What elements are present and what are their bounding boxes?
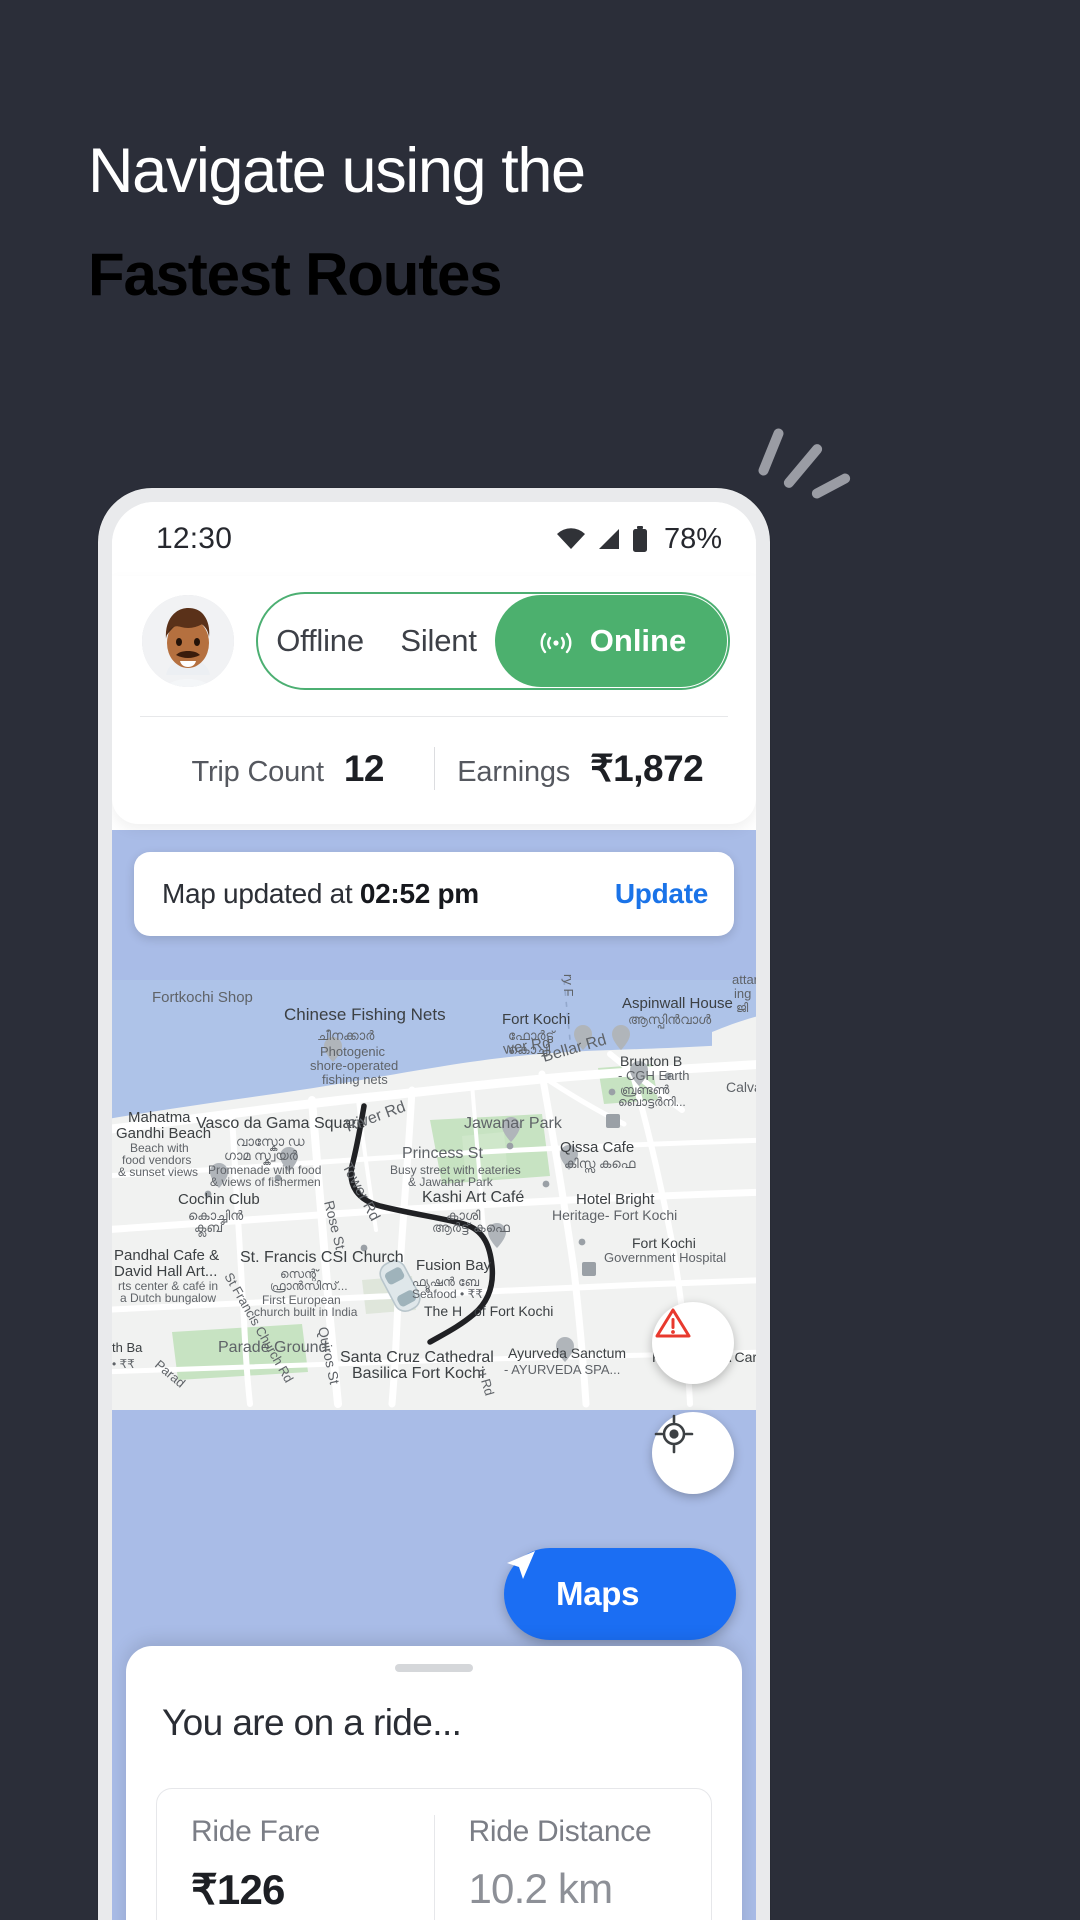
ride-distance-value: 10.2 km bbox=[468, 1865, 614, 1912]
alert-button[interactable] bbox=[652, 1302, 734, 1384]
ride-fare-cell: Ride Fare ₹126 bbox=[157, 1815, 434, 1920]
broadcast-icon bbox=[536, 628, 576, 654]
status-toggle-row: Offline Silent Online bbox=[112, 576, 756, 716]
status-option-online[interactable]: Online bbox=[495, 595, 727, 687]
avatar[interactable] bbox=[142, 595, 234, 687]
ride-bottom-sheet: You are on a ride... Ride Fare ₹126 Ride… bbox=[126, 1646, 742, 1920]
status-bar-icons: 78% bbox=[556, 523, 722, 556]
promo-headline-line2: Fastest Routes bbox=[88, 241, 503, 308]
maps-button-label: Maps bbox=[556, 1575, 640, 1612]
status-option-offline[interactable]: Offline bbox=[258, 623, 382, 659]
phone-screen: 12:30 78% Offline Silent Online Trip Cou… bbox=[112, 502, 756, 1920]
sparkle-line-icon bbox=[810, 471, 852, 501]
promo-heading-block: Navigate using the Fastest Routes bbox=[88, 140, 988, 305]
status-bar-clock: 12:30 bbox=[156, 522, 233, 555]
ride-fare-value: ₹126 bbox=[191, 1866, 285, 1913]
ride-status-title: You are on a ride... bbox=[162, 1702, 462, 1743]
status-bar: 12:30 78% bbox=[112, 502, 756, 576]
earnings-value: ₹1,872 bbox=[590, 748, 704, 789]
promo-screenshot: Navigate using the Fastest Routes 12:30 bbox=[0, 0, 1080, 1920]
my-location-button[interactable] bbox=[652, 1412, 734, 1494]
trip-count-label: Trip Count bbox=[191, 755, 325, 788]
phone-mockup: 12:30 78% Offline Silent Online Trip Cou… bbox=[98, 488, 770, 1920]
driver-status-toggle[interactable]: Offline Silent Online bbox=[256, 592, 730, 690]
wifi-icon bbox=[556, 528, 586, 550]
sparkle-line-icon bbox=[781, 442, 825, 490]
my-location-icon bbox=[654, 1414, 694, 1454]
map-update-button[interactable]: Update bbox=[615, 878, 708, 910]
driver-status-card: Offline Silent Online Trip Count 12 Earn… bbox=[112, 576, 756, 824]
ride-distance-label: Ride Distance bbox=[468, 1815, 652, 1848]
trip-count-value: 12 bbox=[343, 747, 385, 789]
sheet-grabber[interactable] bbox=[395, 1664, 473, 1672]
map-update-bar: Map updated at 02:52 pm Update bbox=[134, 852, 734, 936]
signal-icon bbox=[597, 528, 621, 550]
stats-row: Trip Count 12 Earnings ₹1,872 bbox=[112, 717, 756, 824]
battery-icon bbox=[632, 526, 648, 552]
ride-fare-label: Ride Fare bbox=[191, 1815, 321, 1848]
warning-triangle-icon bbox=[655, 1308, 691, 1338]
ride-details-box: Ride Fare ₹126 Ride Distance 10.2 km bbox=[156, 1788, 712, 1920]
trip-count-stat: Trip Count 12 bbox=[142, 748, 434, 790]
sparkle-line-icon bbox=[756, 426, 786, 478]
map-update-label: Map updated at bbox=[162, 878, 353, 909]
sparkle-decoration bbox=[752, 425, 862, 510]
maps-button[interactable]: Maps bbox=[504, 1548, 736, 1640]
ride-distance-cell: Ride Distance 10.2 km bbox=[433, 1815, 712, 1920]
map-update-text: Map updated at 02:52 pm bbox=[162, 878, 479, 910]
status-option-online-label: Online bbox=[589, 623, 687, 658]
battery-percentage: 78% bbox=[663, 522, 722, 555]
status-option-silent[interactable]: Silent bbox=[382, 623, 495, 659]
promo-headline-line1: Navigate using the bbox=[88, 136, 586, 206]
earnings-label: Earnings bbox=[457, 756, 571, 788]
map-update-time: 02:52 pm bbox=[359, 878, 479, 909]
earnings-stat: Earnings ₹1,872 bbox=[435, 747, 727, 790]
